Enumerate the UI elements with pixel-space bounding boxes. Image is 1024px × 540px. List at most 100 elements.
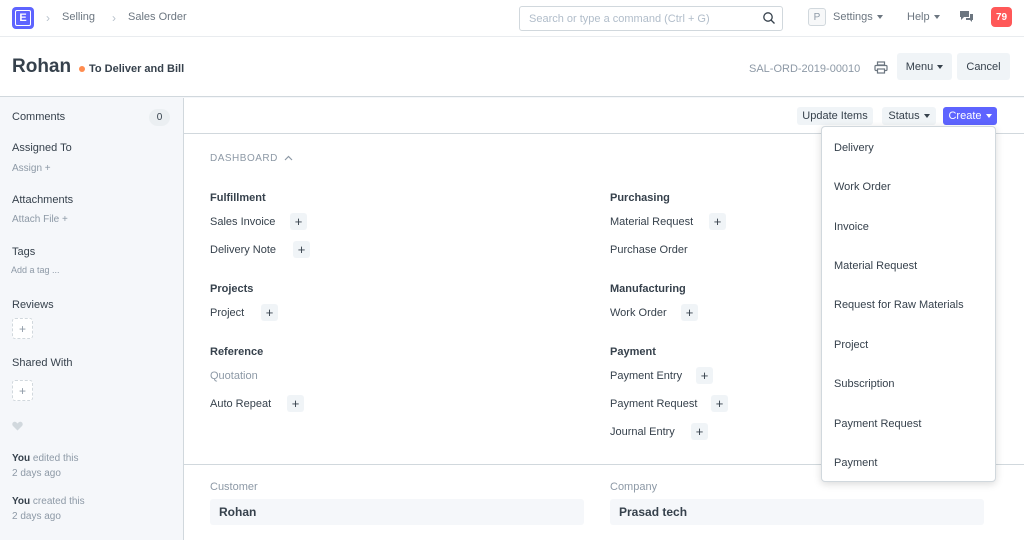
menu-item-invoice[interactable]: Invoice <box>834 221 869 233</box>
user-avatar[interactable]: P <box>808 8 826 26</box>
activity-item: You created this 2 days ago <box>12 494 85 524</box>
search-bar <box>519 6 783 31</box>
dashboard-heading[interactable]: DASHBOARD <box>210 153 293 164</box>
attachments-label: Attachments <box>12 194 74 206</box>
activity-user: You <box>12 453 31 464</box>
menu-label: Menu <box>905 60 934 73</box>
group-purchasing: Purchasing <box>610 192 670 204</box>
caret-down-icon <box>937 64 944 69</box>
link-quotation[interactable]: Quotation <box>210 370 258 382</box>
status-button[interactable]: Status <box>882 107 936 125</box>
add-work-order-button[interactable]: + <box>681 304 698 321</box>
link-delivery-note[interactable]: Delivery Note <box>210 244 276 256</box>
create-button-label: Create <box>948 110 982 122</box>
menu-item-payment[interactable]: Payment <box>834 457 877 469</box>
add-payment-entry-button[interactable]: + <box>696 367 713 384</box>
reviews-label: Reviews <box>12 299 54 311</box>
status-label: To Deliver and Bill <box>89 63 185 75</box>
heart-icon[interactable] <box>12 421 23 431</box>
navbar: E › Selling › Sales Order P Settings Hel… <box>0 0 1024 37</box>
activity-user: You <box>12 496 31 507</box>
breadcrumb-sales-order[interactable]: Sales Order <box>128 11 187 23</box>
company-label: Company <box>610 481 658 493</box>
assigned-to-label: Assigned To <box>12 142 72 154</box>
caret-down-icon <box>923 114 930 118</box>
menu-item-payment-request[interactable]: Payment Request <box>834 418 921 430</box>
dashboard-heading-label: DASHBOARD <box>210 153 278 164</box>
add-delivery-note-button[interactable]: + <box>293 241 310 258</box>
menu-item-work-order[interactable]: Work Order <box>834 181 891 193</box>
update-items-button[interactable]: Update Items <box>797 107 873 125</box>
print-icon[interactable] <box>874 61 888 74</box>
search-input[interactable] <box>520 7 750 30</box>
plus-icon: + <box>44 163 51 174</box>
activity-line: You edited this <box>12 451 79 466</box>
status-indicator: To Deliver and Bill <box>79 63 184 75</box>
app-logo[interactable]: E <box>12 7 34 29</box>
menu-item-subscription[interactable]: Subscription <box>834 378 895 390</box>
add-auto-repeat-button[interactable]: + <box>287 395 304 412</box>
page-head: Rohan To Deliver and Bill SAL-ORD-2019-0… <box>0 37 1024 97</box>
tags-label: Tags <box>12 246 36 258</box>
cancel-button[interactable]: Cancel <box>957 53 1010 80</box>
group-fulfillment: Fulfillment <box>210 192 266 204</box>
status-button-label: Status <box>888 110 920 122</box>
activity-action: created this <box>30 496 85 507</box>
link-material-request[interactable]: Material Request <box>610 216 693 228</box>
group-reference: Reference <box>210 346 264 358</box>
plus-icon: + <box>62 214 68 225</box>
link-project[interactable]: Project <box>210 307 244 319</box>
link-payment-request[interactable]: Payment Request <box>610 398 697 410</box>
comments-count-badge: 0 <box>149 109 170 126</box>
activity-time: 2 days ago <box>12 511 61 522</box>
breadcrumb-chevron-icon: › <box>112 11 116 25</box>
menu-item-material-request[interactable]: Material Request <box>834 260 917 272</box>
customer-label: Customer <box>210 481 258 493</box>
add-material-request-button[interactable]: + <box>709 213 726 230</box>
caret-down-icon <box>985 114 992 118</box>
customer-field[interactable]: Rohan <box>210 499 584 525</box>
link-journal-entry[interactable]: Journal Entry <box>610 426 675 438</box>
link-purchase-order[interactable]: Purchase Order <box>610 244 688 256</box>
add-review-button[interactable]: + <box>12 318 33 339</box>
company-field[interactable]: Prasad tech <box>610 499 984 525</box>
add-payment-request-button[interactable]: + <box>711 395 728 412</box>
link-auto-repeat[interactable]: Auto Repeat <box>210 398 271 410</box>
settings-dropdown[interactable]: Settings <box>833 11 883 23</box>
chevron-up-icon <box>284 155 293 161</box>
add-sales-invoice-button[interactable]: + <box>290 213 307 230</box>
chat-icon[interactable] <box>959 10 974 23</box>
page-title: Rohan <box>12 56 72 77</box>
caret-down-icon <box>933 15 940 20</box>
shared-with-label: Shared With <box>12 357 73 369</box>
menu-item-request-raw-materials[interactable]: Request for Raw Materials <box>834 299 964 311</box>
group-payment: Payment <box>610 346 656 358</box>
link-work-order[interactable]: Work Order <box>610 307 667 319</box>
add-share-button[interactable]: + <box>12 380 33 401</box>
link-payment-entry[interactable]: Payment Entry <box>610 370 682 382</box>
assign-action[interactable]: Assign + <box>12 163 51 174</box>
logo-letter: E <box>15 10 31 26</box>
create-button[interactable]: Create <box>943 107 997 125</box>
add-journal-entry-button[interactable]: + <box>691 423 708 440</box>
activity-item: You edited this 2 days ago <box>12 451 79 481</box>
status-dot <box>79 66 85 72</box>
menu-button[interactable]: Menu <box>897 53 952 80</box>
add-tag-input[interactable]: Add a tag ... <box>11 265 60 275</box>
caret-down-icon <box>876 15 883 20</box>
attach-file-label: Attach File <box>12 214 60 225</box>
group-projects: Projects <box>210 283 254 295</box>
help-dropdown[interactable]: Help <box>907 11 940 23</box>
help-label: Help <box>907 11 930 23</box>
attach-file-action[interactable]: Attach File + <box>12 214 68 225</box>
menu-item-delivery[interactable]: Delivery <box>834 142 874 154</box>
search-icon[interactable] <box>762 11 776 25</box>
comments-label[interactable]: Comments <box>12 111 65 123</box>
menu-item-project[interactable]: Project <box>834 339 868 351</box>
breadcrumb-selling[interactable]: Selling <box>62 11 95 23</box>
form-sidebar: Comments 0 Assigned To Assign + Attachme… <box>0 98 183 540</box>
link-sales-invoice[interactable]: Sales Invoice <box>210 216 275 228</box>
assign-label: Assign <box>12 163 43 174</box>
add-project-button[interactable]: + <box>261 304 278 321</box>
notification-badge[interactable]: 79 <box>991 7 1012 27</box>
